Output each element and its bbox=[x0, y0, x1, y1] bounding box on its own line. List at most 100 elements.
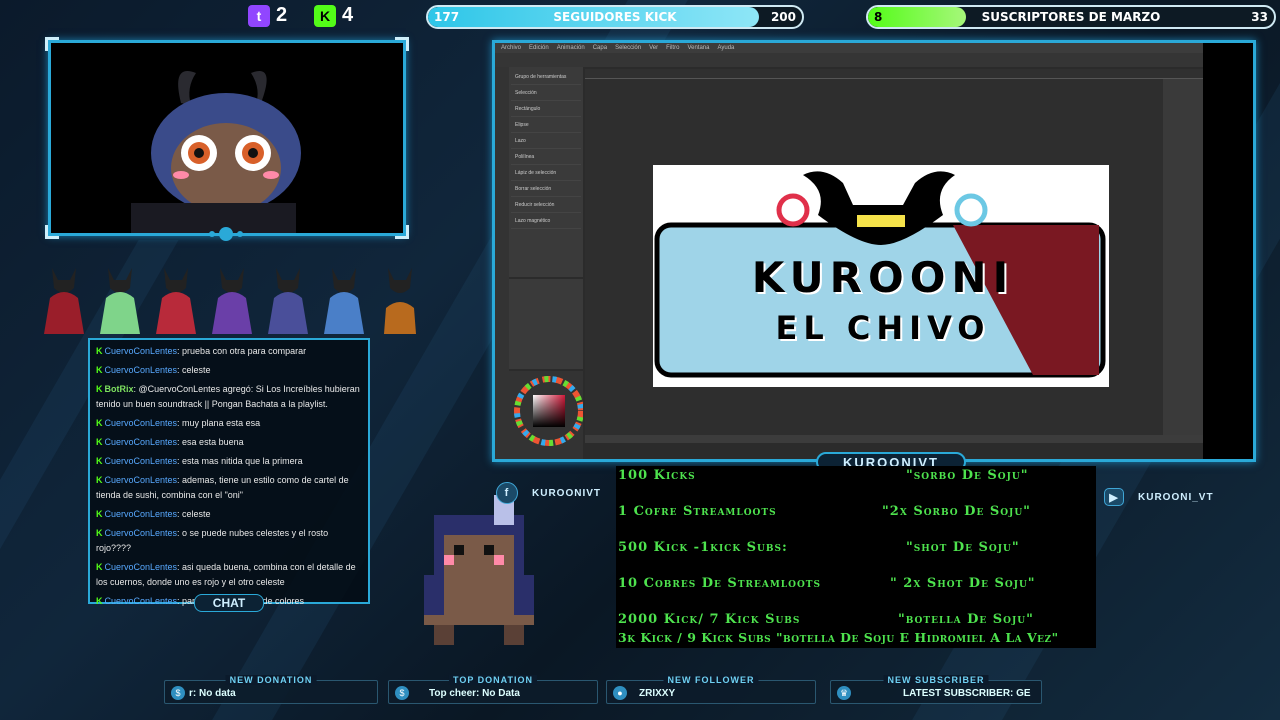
panel-title: NEW FOLLOWER bbox=[663, 675, 759, 685]
tool-item[interactable]: Lazo bbox=[511, 133, 581, 149]
menu-item[interactable]: Capa bbox=[593, 45, 607, 51]
youtube-social[interactable]: ▶ KUROONI_VT bbox=[1104, 488, 1214, 506]
panel-title: NEW DONATION bbox=[225, 675, 317, 685]
horizontal-scrollbar[interactable] bbox=[585, 435, 1203, 443]
sub-goal-bar: 8 SUSCRIPTORES DE MARZO 33 bbox=[866, 5, 1276, 29]
color-wheel-icon bbox=[514, 376, 584, 446]
frame-dots bbox=[204, 226, 248, 242]
chat-text: : muy plana esta esa bbox=[177, 418, 261, 428]
chat-message-list: K CuervoConLentes: prueba con otra para c… bbox=[96, 344, 362, 609]
new-follower-panel: NEW FOLLOWER ● ZRIXXY bbox=[606, 675, 816, 704]
new-subscriber-panel: NEW SUBSCRIBER ♛ LATEST SUBSCRIBER: GE bbox=[830, 675, 1042, 704]
panel-value: Top cheer: No Data bbox=[429, 688, 520, 699]
kick-badge-icon: K bbox=[96, 384, 103, 394]
chat-username[interactable]: CuervoConLentes bbox=[105, 365, 178, 375]
chat-username[interactable]: CuervoConLentes bbox=[105, 456, 178, 466]
tool-item[interactable]: Polilínea bbox=[511, 149, 581, 165]
kick-badge-icon: K bbox=[96, 475, 103, 485]
chat-message: K CuervoConLentes: ademas, tiene un estil… bbox=[96, 473, 362, 503]
logo-title: KUROONI bbox=[751, 253, 1015, 302]
menu-item[interactable]: Edición bbox=[529, 45, 549, 51]
goal-requirement: 10 Cobres De Streamloots bbox=[618, 576, 822, 591]
logo-subtitle: EL CHIVO bbox=[775, 309, 991, 347]
user-icon: ● bbox=[613, 686, 627, 700]
twitch-icon: t bbox=[248, 4, 270, 27]
kick-badge-icon: K bbox=[96, 418, 103, 428]
chat-message: K CuervoConLentes: esa esta buena bbox=[96, 435, 362, 450]
app-toolbar bbox=[495, 53, 1253, 67]
chat-username[interactable]: CuervoConLentes bbox=[105, 418, 178, 428]
kick-follower-goal-bar: 177 SEGUIDORES KICK 200 bbox=[426, 5, 804, 29]
goal-requirement: 500 Kick -1kick Subs: bbox=[618, 540, 788, 555]
tool-item[interactable]: Selección bbox=[511, 85, 581, 101]
goal-row: 1 Cofre Streamloots "2x Sorbo De Soju" bbox=[618, 504, 1096, 519]
screen-edge bbox=[1203, 43, 1253, 459]
tool-item[interactable]: Rectángulo bbox=[511, 101, 581, 117]
twitch-viewer-count: t 2 bbox=[248, 4, 287, 27]
chat-username[interactable]: CuervoConLentes bbox=[105, 437, 178, 447]
chat-username[interactable]: CuervoConLentes bbox=[105, 475, 178, 485]
chat-message: K CuervoConLentes: o se puede nubes celes… bbox=[96, 526, 362, 556]
webcam-frame bbox=[45, 37, 409, 239]
new-donation-panel: NEW DONATION $ r: No data bbox=[164, 675, 378, 704]
tool-item[interactable]: Lápiz de selección bbox=[511, 165, 581, 181]
tool-item[interactable]: Grupo de herramientas bbox=[511, 69, 581, 85]
chat-username[interactable]: BotRix bbox=[105, 384, 134, 394]
menu-item[interactable]: Ventana bbox=[687, 45, 709, 51]
youtube-icon: ▶ bbox=[1104, 488, 1124, 506]
goal-target: 200 bbox=[770, 10, 796, 24]
chat-text: : esta mas nitida que la primera bbox=[177, 456, 303, 466]
sub-tool-detail-panel bbox=[509, 279, 583, 369]
goal-reward: "sorbo De Soju" bbox=[906, 468, 1029, 483]
chat-username[interactable]: CuervoConLentes bbox=[105, 509, 178, 519]
tool-item[interactable]: Lazo magnético bbox=[511, 213, 581, 229]
kick-badge-icon: K bbox=[96, 456, 103, 466]
chat-panel[interactable]: K CuervoConLentes: prueba con otra para c… bbox=[88, 338, 370, 606]
chat-username[interactable]: CuervoConLentes bbox=[105, 528, 178, 538]
character-lineup-icon bbox=[44, 268, 416, 334]
goal-reward: "botella De Soju" bbox=[898, 612, 1034, 627]
menu-item[interactable]: Selección bbox=[615, 45, 641, 51]
vtuber-avatar-icon bbox=[131, 71, 301, 233]
chat-message: K CuervoConLentes: celeste bbox=[96, 507, 362, 522]
chat-username[interactable]: CuervoConLentes bbox=[105, 562, 178, 572]
facebook-social[interactable]: f KUROONIVT bbox=[496, 482, 601, 504]
app-menu-bar: Archivo Edición Animación Capa Selección Ver F… bbox=[495, 43, 1253, 53]
panel-title: TOP DONATION bbox=[448, 675, 538, 685]
crown-icon: ♛ bbox=[837, 686, 851, 700]
menu-item[interactable]: Ayuda bbox=[717, 45, 734, 51]
goal-reward: "2x Sorbo De Soju" bbox=[882, 504, 1031, 519]
tool-item[interactable]: Elipse bbox=[511, 117, 581, 133]
menu-item[interactable]: Ver bbox=[649, 45, 658, 51]
kick-icon: K bbox=[314, 4, 336, 27]
menu-item[interactable]: Filtro bbox=[666, 45, 679, 51]
kick-badge-icon: K bbox=[96, 509, 103, 519]
chat-text: : esa esta buena bbox=[177, 437, 244, 447]
tool-item[interactable]: Reducir selección bbox=[511, 197, 581, 213]
goal-row: 3k Kick / 9 Kick Subs "botella De Soju E… bbox=[618, 630, 1096, 645]
chat-message: K BotRix: @CuervoConLentes agregó: Si Los… bbox=[96, 382, 362, 412]
menu-item[interactable]: Archivo bbox=[501, 45, 521, 51]
chat-username[interactable]: CuervoConLentes bbox=[105, 346, 178, 356]
goal-requirement: 3k Kick / 9 Kick Subs "botella De Soju E… bbox=[618, 630, 1059, 645]
kick-badge-icon: K bbox=[96, 346, 103, 356]
panel-value: ZRIXXY bbox=[639, 688, 676, 699]
goal-reward: " 2x Shot De Soju" bbox=[890, 576, 1036, 591]
kick-badge-icon: K bbox=[96, 437, 103, 447]
screen-share-window: Archivo Edición Animación Capa Selección Ver F… bbox=[492, 40, 1256, 462]
kick-badge-icon: K bbox=[96, 596, 103, 606]
facebook-handle: KUROONIVT bbox=[532, 487, 601, 499]
ruler bbox=[585, 69, 1203, 79]
kick-badge-icon: K bbox=[96, 365, 103, 375]
chat-username[interactable]: CuervoConLentes bbox=[105, 596, 178, 606]
color-wheel-panel bbox=[509, 371, 584, 459]
kick-viewer-count: K 4 bbox=[314, 4, 353, 27]
tool-strip bbox=[495, 67, 509, 459]
chat-message: K CuervoConLentes: asi queda buena, combi… bbox=[96, 560, 362, 590]
top-donation-panel: TOP DONATION $ Top cheer: No Data bbox=[388, 675, 598, 704]
tool-property-panel: Grupo de herramientas Selección Rectángulo… bbox=[509, 67, 583, 277]
menu-item[interactable]: Animación bbox=[557, 45, 585, 51]
kick-count-value: 4 bbox=[342, 4, 354, 26]
panel-value: LATEST SUBSCRIBER: GE bbox=[903, 688, 1031, 699]
tool-item[interactable]: Borrar selección bbox=[511, 181, 581, 197]
